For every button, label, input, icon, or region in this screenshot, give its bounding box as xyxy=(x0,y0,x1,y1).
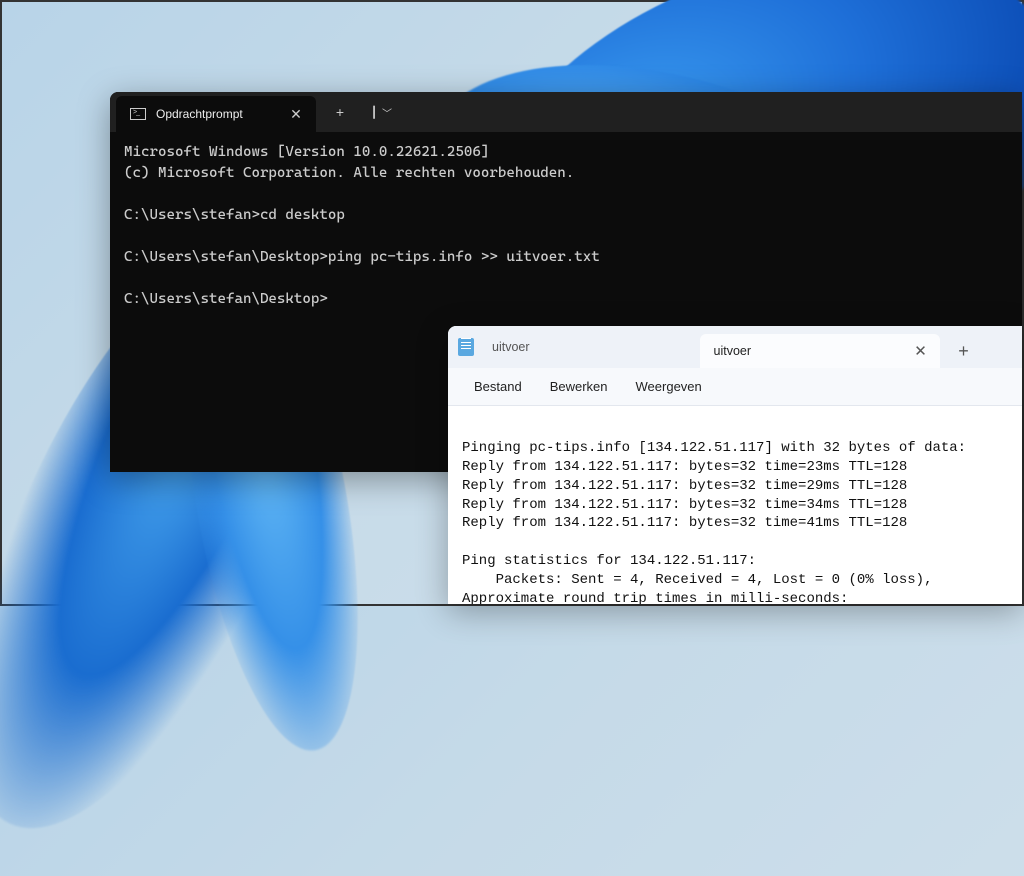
new-tab-button[interactable]: + xyxy=(324,96,356,128)
notepad-tab-active[interactable]: uitvoer ✕ xyxy=(700,334,940,368)
notepad-window: uitvoer uitvoer ✕ + Bestand Bewerken Wee… xyxy=(448,326,1022,604)
terminal-output[interactable]: Microsoft Windows [Version 10.0.22621.25… xyxy=(110,132,1022,320)
cmd-icon xyxy=(130,108,146,120)
notepad-menubar: Bestand Bewerken Weergeven xyxy=(448,368,1022,406)
close-tab-button[interactable]: ✕ xyxy=(910,340,932,362)
notepad-titlebar[interactable]: uitvoer uitvoer ✕ + xyxy=(448,326,1022,368)
notepad-tab-label: uitvoer xyxy=(714,344,898,358)
notepad-title: uitvoer xyxy=(486,340,560,354)
terminal-titlebar[interactable]: Opdrachtprompt ✕ + ┃ ﹀ xyxy=(110,92,1022,132)
notepad-icon xyxy=(458,338,474,356)
menu-file[interactable]: Bestand xyxy=(462,373,534,400)
menu-edit[interactable]: Bewerken xyxy=(538,373,620,400)
menu-view[interactable]: Weergeven xyxy=(624,373,714,400)
notepad-content[interactable]: Pinging pc-tips.info [134.122.51.117] wi… xyxy=(448,406,1022,604)
terminal-tab[interactable]: Opdrachtprompt ✕ xyxy=(116,96,316,132)
close-tab-button[interactable]: ✕ xyxy=(286,104,306,124)
terminal-tab-title: Opdrachtprompt xyxy=(156,107,276,121)
tab-dropdown-button[interactable]: ﹀ xyxy=(364,96,396,128)
new-tab-button[interactable]: + xyxy=(946,334,982,368)
terminal-tab-controls: + ┃ ﹀ xyxy=(316,92,396,132)
